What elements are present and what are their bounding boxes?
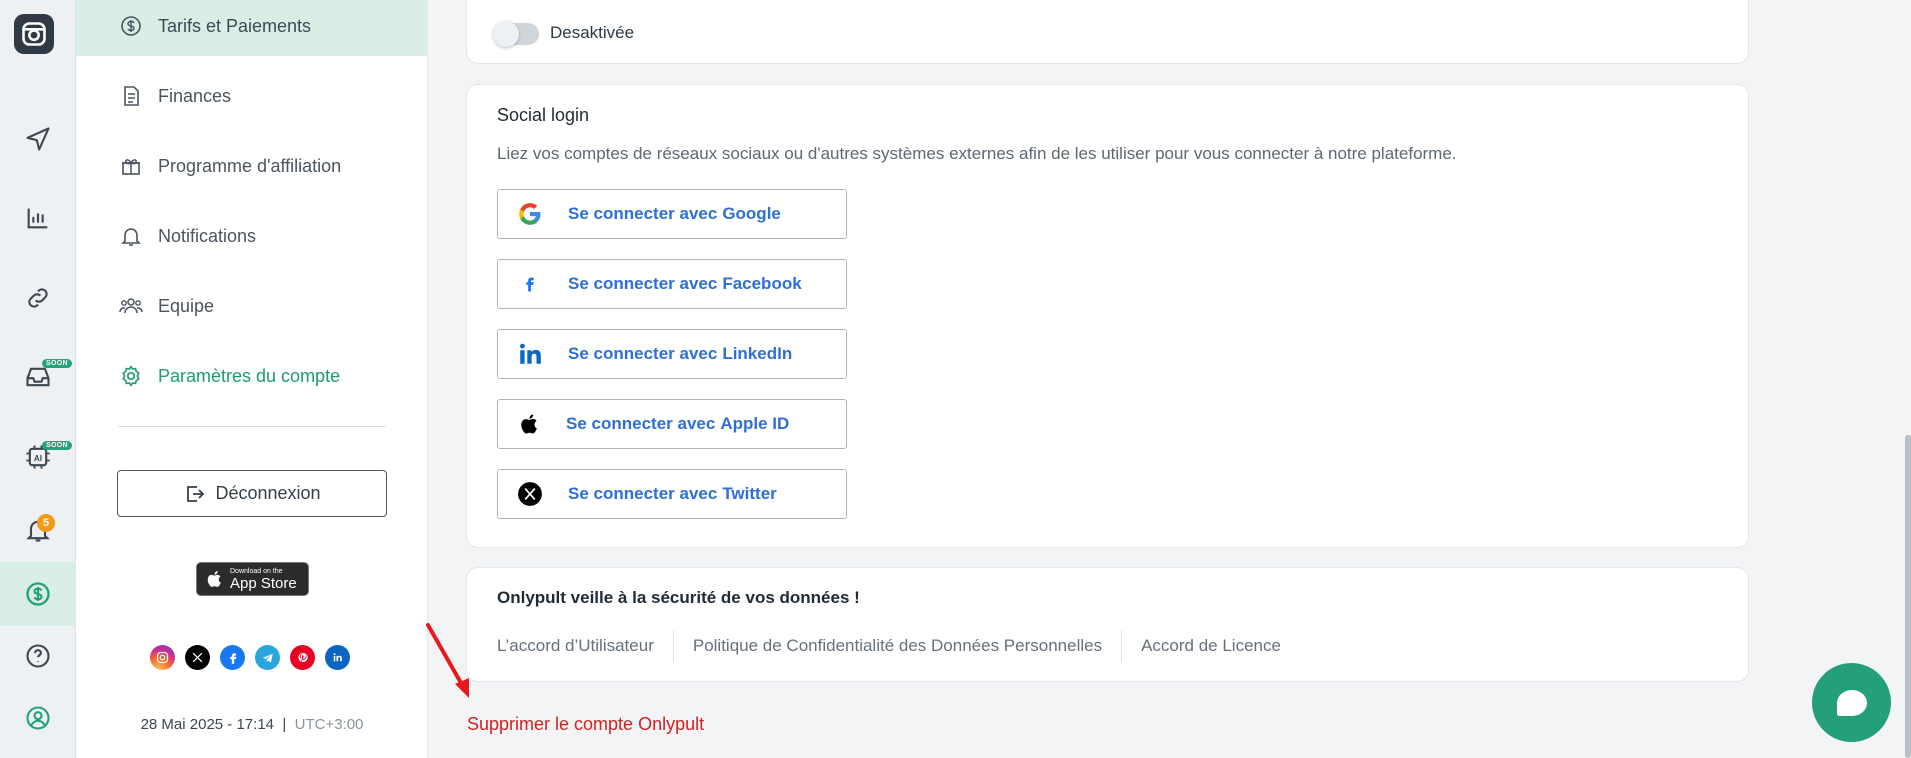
user-agreement-link[interactable]: L’accord d’Utilisateur [497, 630, 674, 662]
toggle-knob [493, 21, 519, 47]
timezone-value: UTC+3:00 [294, 716, 364, 733]
app-logo-icon[interactable] [14, 14, 54, 54]
sidebar-item-tarifs[interactable]: Tarifs et Paiements [76, 0, 428, 56]
connect-brand: LinkedIn [722, 344, 793, 363]
app-store-badge[interactable]: Download on the App Store [196, 562, 309, 596]
toggle-label: Desaktivée [550, 23, 635, 42]
connect-linkedin-button[interactable]: Se connecter avec LinkedIn [497, 329, 847, 379]
connect-apple-button[interactable]: Se connecter avec Apple ID [497, 399, 847, 449]
apple-icon [207, 571, 221, 587]
logout-label: Déconnexion [215, 483, 321, 503]
sidebar-item-label: Programme d'affiliation [158, 155, 342, 176]
connect-prefix: Se connecter avec [568, 274, 718, 293]
connect-brand: Apple ID [720, 414, 790, 433]
apple-icon [516, 410, 544, 438]
two-factor-card: Desaktivée [466, 0, 1749, 64]
facebook-icon [516, 270, 544, 298]
send-icon[interactable] [0, 109, 76, 169]
connect-brand: Google [722, 204, 781, 223]
linkedin-icon[interactable] [325, 645, 350, 670]
social-login-description: Liez vos comptes de réseaux sociaux ou d… [497, 144, 1457, 163]
sidebar-item-equipe[interactable]: Equipe [76, 276, 428, 336]
help-icon[interactable] [0, 626, 76, 686]
security-title: Onlypult veille à la sécurité de vos don… [497, 588, 860, 607]
sidebar-item-label: Paramètres du compte [158, 365, 341, 386]
status-toggle[interactable] [493, 21, 539, 47]
sidebar-item-label: Equipe [158, 295, 215, 316]
gift-icon [118, 153, 144, 179]
sidebar-item-finances[interactable]: Finances [76, 66, 428, 126]
analytics-icon[interactable] [0, 188, 76, 248]
inbox-icon[interactable]: SOON [0, 347, 76, 407]
connect-google-button[interactable]: Se connecter avec Google [497, 189, 847, 239]
sidebar-divider [118, 426, 386, 427]
team-icon [118, 293, 144, 319]
soon-badge: SOON [42, 441, 72, 450]
sidebar-item-notifications[interactable]: Notifications [76, 206, 428, 266]
logout-button[interactable]: Déconnexion [117, 470, 387, 517]
telegram-icon[interactable] [255, 645, 280, 670]
chat-bubble-icon [1836, 689, 1867, 716]
delete-account-link[interactable]: Supprimer le compte Onlypult [467, 714, 704, 735]
soon-badge: SOON [42, 359, 72, 368]
link-icon[interactable] [0, 268, 76, 328]
security-card: Onlypult veille à la sécurité de vos don… [466, 567, 1749, 682]
google-icon [516, 200, 544, 228]
connect-facebook-button[interactable]: Se connecter avec Facebook [497, 259, 847, 309]
social-login-title: Social login [497, 105, 590, 125]
connect-prefix: Se connecter avec [566, 414, 716, 433]
instagram-icon[interactable] [150, 645, 175, 670]
connect-prefix: Se connecter avec [568, 484, 718, 503]
datetime-value: 28 Mai 2025 - 17:14 [140, 716, 275, 733]
svg-text:AI: AI [34, 454, 42, 463]
sidebar-item-label: Finances [158, 85, 232, 106]
ai-chip-icon[interactable]: AI SOON [0, 427, 76, 487]
facebook-icon[interactable] [220, 645, 245, 670]
settings-sidebar: Tarifs et Paiements Finances Programme d… [76, 0, 428, 758]
social-login-card: Social login Liez vos comptes de réseaux… [466, 84, 1749, 548]
billing-icon[interactable] [0, 562, 76, 626]
connect-prefix: Se connecter avec [568, 204, 718, 223]
icon-rail: SOON AI SOON 5 [0, 0, 76, 758]
license-agreement-link[interactable]: Accord de Licence [1141, 630, 1300, 662]
annotation-arrow [426, 623, 469, 698]
notification-count-badge: 5 [37, 514, 55, 532]
x-twitter-icon [516, 480, 544, 508]
current-datetime: 28 Mai 2025 - 17:14 | UTC+3:00 [76, 716, 428, 733]
connect-brand: Twitter [722, 484, 777, 503]
dollar-circle-icon [118, 13, 144, 39]
gear-icon [118, 363, 144, 389]
sidebar-item-label: Notifications [158, 225, 257, 246]
chat-widget-button[interactable] [1812, 663, 1891, 742]
logout-icon [187, 485, 205, 502]
sidebar-item-label: Tarifs et Paiements [158, 15, 312, 36]
connect-brand: Facebook [722, 274, 802, 293]
datetime-separator: | [282, 716, 287, 733]
legal-links: L’accord d’Utilisateur Politique de Conf… [497, 630, 1319, 662]
privacy-policy-link[interactable]: Politique de Confidentialité des Données… [693, 630, 1123, 662]
bell-icon [118, 223, 144, 249]
social-links [150, 645, 350, 670]
appstore-big-text: App Store [230, 574, 297, 592]
linkedin-icon [516, 340, 544, 368]
sidebar-item-affiliation[interactable]: Programme d'affiliation [76, 136, 428, 196]
connect-prefix: Se connecter avec [568, 344, 718, 363]
sidebar-item-account-settings[interactable]: Paramètres du compte [76, 346, 428, 406]
scrollbar[interactable] [1905, 435, 1911, 758]
connect-twitter-button[interactable]: Se connecter avec Twitter [497, 469, 847, 519]
x-twitter-icon[interactable] [185, 645, 210, 670]
profile-icon[interactable] [0, 688, 76, 748]
pinterest-icon[interactable] [290, 645, 315, 670]
document-icon [118, 83, 144, 109]
bell-icon[interactable]: 5 [0, 500, 76, 560]
